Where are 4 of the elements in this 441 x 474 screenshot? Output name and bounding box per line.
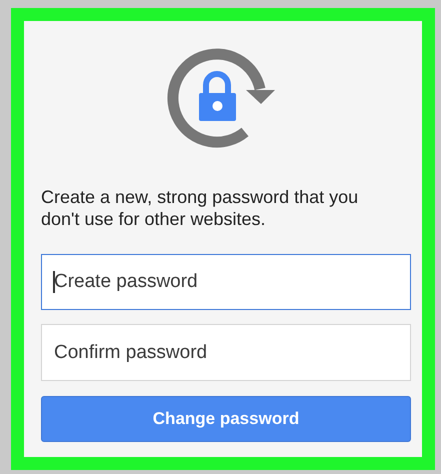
change-password-button[interactable]: Change password bbox=[41, 396, 411, 442]
text-cursor bbox=[53, 271, 54, 293]
instruction-text: Create a new, strong password that you don't use for other websites. bbox=[41, 186, 360, 230]
password-field[interactable]: Create password bbox=[41, 254, 411, 310]
